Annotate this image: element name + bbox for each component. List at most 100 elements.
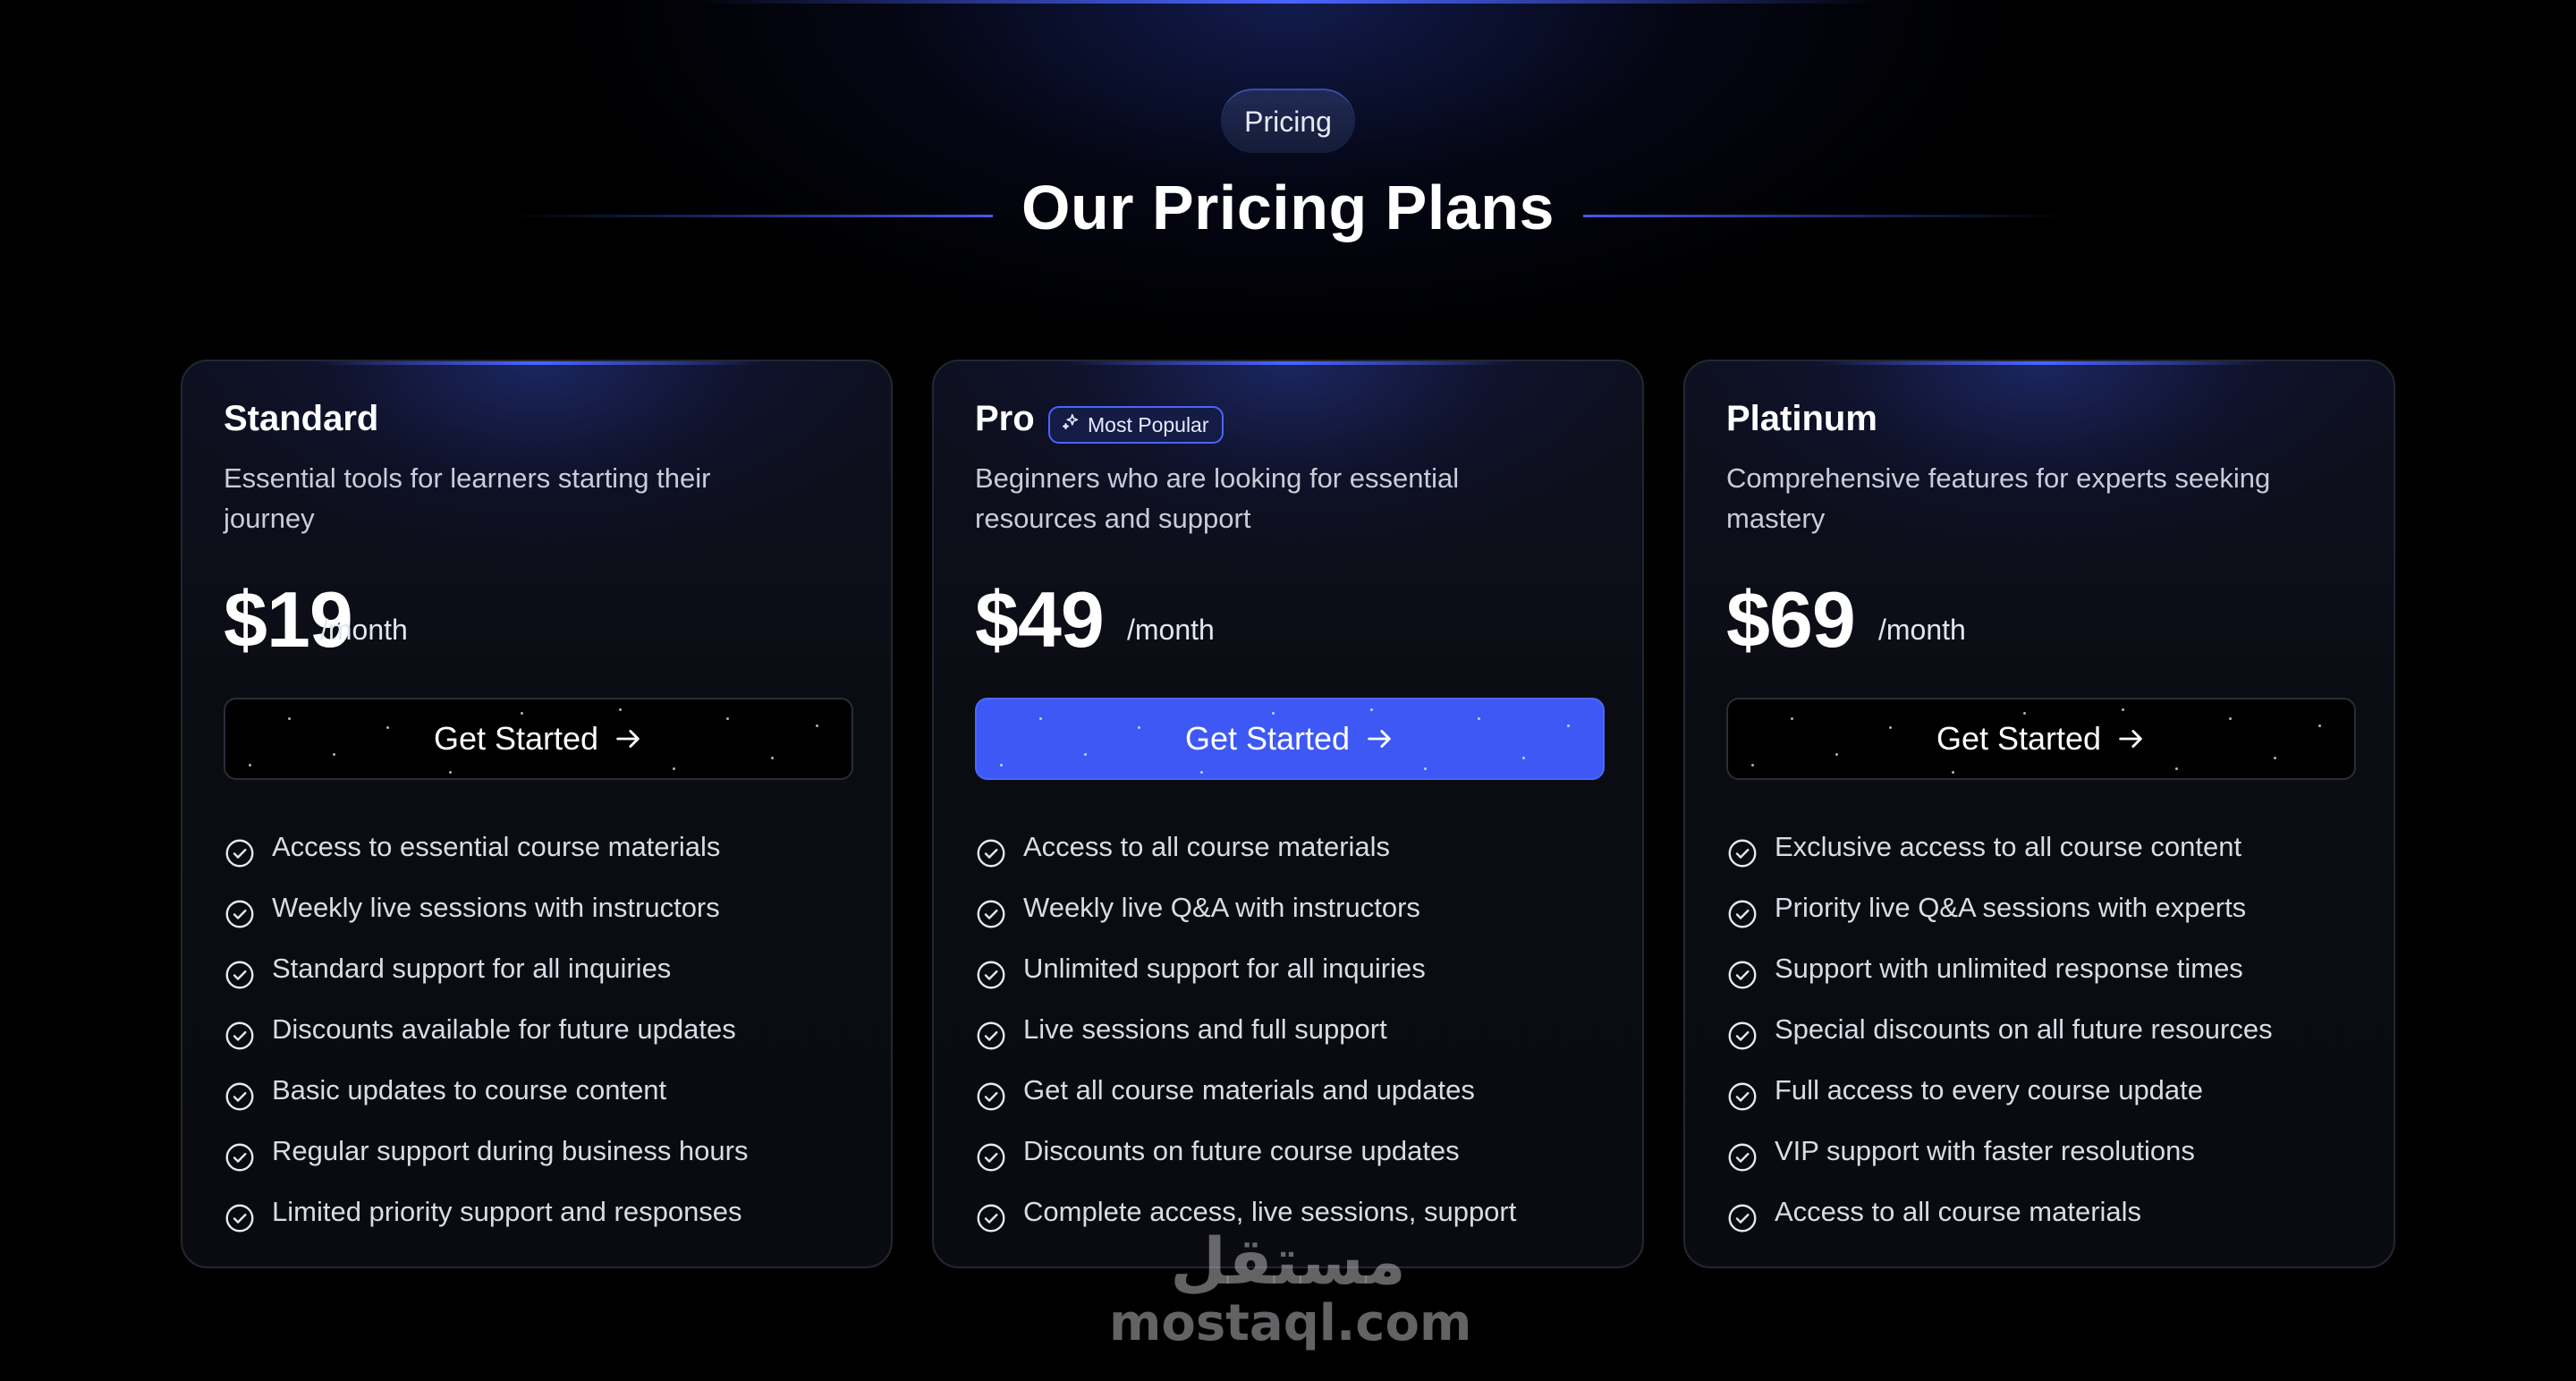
feature-item: Support with unlimited response times (1726, 945, 2370, 1005)
feature-text: Limited priority support and responses (272, 1196, 742, 1227)
plan-period: /month (320, 614, 408, 646)
star-speck (1522, 757, 1525, 759)
most-popular-badge: Most Popular (1048, 406, 1224, 444)
feature-list: Access to essential course materials Wee… (224, 823, 868, 1249)
star-speck (521, 712, 523, 715)
feature-text: Weekly live sessions with instructors (272, 892, 720, 923)
feature-text: Standard support for all inquiries (272, 953, 672, 984)
feature-text: Discounts on future course updates (1023, 1135, 1460, 1166)
most-popular-label: Most Popular (1088, 412, 1209, 436)
star-speck (1272, 712, 1275, 715)
pricing-section: Pricing Our Pricing Plans Standard Essen… (0, 0, 2576, 1381)
star-speck (1751, 764, 1754, 767)
feature-text: Weekly live Q&A with instructors (1023, 892, 1420, 923)
heading-divider-right (1583, 215, 2066, 217)
feature-item: Special discounts on all future resource… (1726, 1005, 2370, 1066)
feature-item: Limited priority support and responses (224, 1188, 868, 1249)
feature-text: Access to all course materials (1023, 831, 1391, 862)
check-circle-icon (224, 898, 256, 930)
check-circle-icon (1726, 898, 1758, 930)
star-speck (2274, 757, 2276, 759)
feature-text: Basic updates to course content (272, 1074, 667, 1106)
feature-text: Regular support during business hours (272, 1135, 749, 1166)
star-speck (2023, 712, 2026, 715)
feature-list: Exclusive access to all course content P… (1726, 823, 2370, 1249)
get-started-button[interactable]: Get Started (1726, 698, 2356, 780)
check-circle-icon (224, 1141, 256, 1173)
feature-item: Access to essential course materials (224, 823, 868, 884)
heading-row: Our Pricing Plans (0, 172, 2576, 261)
star-speck (1039, 717, 1042, 720)
plan-price: $49 (975, 575, 1105, 664)
star-speck (852, 771, 853, 774)
star-speck (1835, 753, 1838, 756)
plan-card-platinum: Platinum Comprehensive features for expe… (1683, 360, 2395, 1268)
star-speck (1791, 717, 1793, 720)
check-circle-icon (1726, 1080, 1758, 1113)
watermark-latin: mostaql.com (1109, 1294, 1472, 1352)
plan-description: Comprehensive features for experts seeki… (1726, 462, 2271, 534)
feature-item: Discounts on future course updates (975, 1127, 1619, 1188)
feature-text: Exclusive access to all course content (1775, 831, 2242, 862)
watermark-arabic: مستقل (1170, 1224, 1406, 1299)
star-speck (1200, 771, 1203, 774)
feature-text: Discounts available for future updates (272, 1013, 736, 1045)
feature-item: Weekly live Q&A with instructors (975, 884, 1619, 945)
check-circle-icon (224, 1202, 256, 1234)
star-speck (288, 717, 291, 720)
star-speck (1138, 726, 1140, 729)
star-speck (1603, 771, 1605, 774)
page-title: Our Pricing Plans (1021, 173, 1555, 242)
star-speck (2318, 724, 2321, 727)
feature-text: Support with unlimited response times (1775, 953, 2243, 984)
feature-text: Live sessions and full support (1023, 1013, 1387, 1045)
sparkles-icon (1061, 412, 1080, 437)
feature-item: Discounts available for future updates (224, 1005, 868, 1066)
star-speck (816, 724, 818, 727)
feature-list: Access to all course materials Weekly li… (975, 823, 1619, 1249)
feature-item: Standard support for all inquiries (224, 945, 868, 1005)
feature-text: Unlimited support for all inquiries (1023, 953, 1426, 984)
star-speck (2122, 708, 2124, 711)
star-speck (1370, 708, 1373, 711)
feature-item: Access to all course materials (1726, 1188, 2370, 1249)
check-circle-icon (975, 837, 1007, 869)
feature-item: Access to all course materials (975, 823, 1619, 884)
feature-item: Live sessions and full support (975, 1005, 1619, 1066)
star-speck (333, 753, 335, 756)
feature-item: Get all course materials and updates (975, 1066, 1619, 1127)
feature-item: Unlimited support for all inquiries (975, 945, 1619, 1005)
plan-name: Standard (224, 399, 379, 438)
section-badge-label: Pricing (1244, 105, 1332, 138)
check-circle-icon (975, 898, 1007, 930)
watermark-logo: مستقل mostaql.com (1109, 1224, 1472, 1360)
star-speck (2354, 771, 2356, 774)
check-circle-icon (975, 959, 1007, 991)
plan-period: /month (1127, 614, 1215, 646)
check-circle-icon (1726, 1020, 1758, 1052)
check-circle-icon (224, 1080, 256, 1113)
check-circle-icon (224, 837, 256, 869)
plan-name: Pro (975, 399, 1035, 438)
star-speck (1478, 717, 1480, 720)
get-started-button[interactable]: Get Started (975, 698, 1605, 780)
check-circle-icon (975, 1020, 1007, 1052)
star-speck (1889, 726, 1892, 729)
arrow-right-icon (1364, 724, 1394, 754)
feature-text: Special discounts on all future resource… (1775, 1013, 2273, 1045)
plan-card-standard: Standard Essential tools for learners st… (181, 360, 893, 1268)
feature-item: Basic updates to course content (224, 1066, 868, 1127)
check-circle-icon (1726, 1202, 1758, 1234)
star-speck (449, 771, 452, 774)
check-circle-icon (975, 1141, 1007, 1173)
arrow-right-icon (613, 724, 643, 754)
top-glow-line (698, 0, 1878, 4)
get-started-button[interactable]: Get Started (224, 698, 853, 780)
star-speck (619, 708, 622, 711)
feature-text: Priority live Q&A sessions with experts (1775, 892, 2247, 923)
plan-description: Essential tools for learners starting th… (224, 462, 711, 534)
get-started-label: Get Started (1936, 720, 2102, 757)
arrow-right-icon (2115, 724, 2146, 754)
star-speck (1000, 764, 1003, 767)
star-speck (2175, 767, 2178, 770)
